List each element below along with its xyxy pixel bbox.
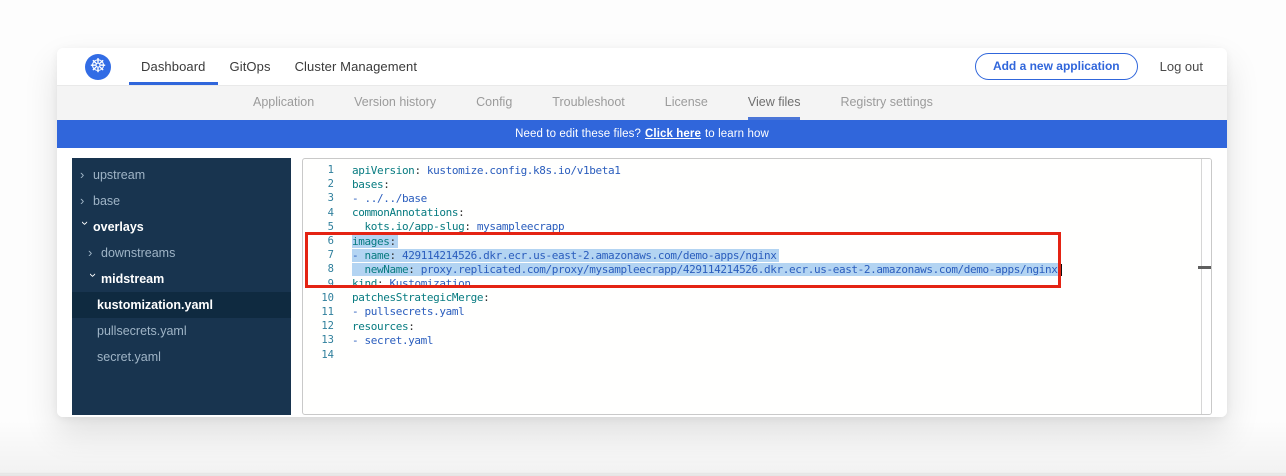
code-line-1[interactable]: 1 apiVersion: kustomize.config.k8s.io/v1b…: [303, 163, 1200, 177]
code-line-5[interactable]: 5 kots.io/app-slug: mysampleecrapp: [303, 220, 1200, 234]
click-here-link[interactable]: Click here: [645, 128, 701, 140]
line-number: 5: [303, 221, 334, 233]
line-content: newName: proxy.replicated.com/proxy/mysa…: [352, 263, 1062, 276]
line-content: - pullsecrets.yaml: [352, 305, 464, 318]
line-number: 9: [303, 278, 334, 290]
topnav-tab-dashboard[interactable]: Dashboard: [129, 48, 218, 85]
page-bottom-shadow: [0, 420, 1286, 476]
topnav-tab-gitops[interactable]: GitOps: [218, 48, 283, 85]
code-line-3[interactable]: 3 - ../../base: [303, 191, 1200, 205]
code-line-2[interactable]: 2 bases:: [303, 177, 1200, 191]
admin-console-window: ☸ DashboardGitOpsCluster Management Add …: [57, 48, 1227, 417]
line-number: 8: [303, 263, 334, 275]
tree-item-kustomization-yaml[interactable]: kustomization.yaml: [72, 292, 291, 318]
tree-item-label: upstream: [93, 168, 145, 182]
chevron-right-icon: ›: [80, 170, 90, 180]
add-application-button[interactable]: Add a new application: [975, 53, 1138, 80]
line-content: commonAnnotations:: [352, 206, 464, 219]
line-number: 3: [303, 192, 334, 204]
edit-files-banner: Need to edit these files? Click here to …: [57, 120, 1227, 148]
subnav-tab-version-history[interactable]: Version history: [354, 86, 436, 120]
tree-item-upstream[interactable]: ›upstream: [72, 162, 291, 188]
subnav-tab-config[interactable]: Config: [476, 86, 512, 120]
banner-text-prefix: Need to edit these files?: [515, 128, 641, 140]
line-content: - name: 429114214526.dkr.ecr.us-east-2.a…: [352, 249, 779, 262]
tree-item-label: downstreams: [101, 246, 175, 260]
line-number: 13: [303, 334, 334, 346]
code-lines: 1 apiVersion: kustomize.config.k8s.io/v1b…: [303, 163, 1200, 362]
chevron-down-icon: ›: [88, 273, 98, 283]
line-number: 1: [303, 164, 334, 176]
tree-item-label: pullsecrets.yaml: [97, 324, 187, 338]
top-nav-tabs: DashboardGitOpsCluster Management: [129, 48, 429, 85]
view-files-content: ›upstream›base›overlays›downstreams›mids…: [57, 148, 1227, 417]
code-line-6[interactable]: 6 images:: [303, 234, 1200, 248]
line-content: bases:: [352, 178, 389, 191]
tree-item-overlays[interactable]: ›overlays: [72, 214, 291, 240]
code-line-7[interactable]: 7 - name: 429114214526.dkr.ecr.us-east-2.…: [303, 248, 1200, 262]
line-content: apiVersion: kustomize.config.k8s.io/v1be…: [352, 164, 620, 177]
code-line-10[interactable]: 10 patchesStrategicMerge:: [303, 291, 1200, 305]
code-line-14[interactable]: 14: [303, 347, 1200, 361]
banner-text-suffix: to learn how: [705, 128, 769, 140]
selected-text: - name: 429114214526.dkr.ecr.us-east-2.a…: [352, 249, 779, 262]
code-line-13[interactable]: 13 - secret.yaml: [303, 333, 1200, 347]
code-line-11[interactable]: 11 - pullsecrets.yaml: [303, 305, 1200, 319]
line-content: images:: [352, 235, 398, 248]
line-number: 14: [303, 349, 334, 361]
page-bottom-divider: [0, 473, 1286, 474]
code-line-12[interactable]: 12 resources:: [303, 319, 1200, 333]
selected-text: images:: [352, 235, 398, 248]
yaml-code-editor[interactable]: 1 apiVersion: kustomize.config.k8s.io/v1b…: [302, 158, 1212, 415]
top-navbar: ☸ DashboardGitOpsCluster Management Add …: [57, 48, 1227, 86]
tree-item-base[interactable]: ›base: [72, 188, 291, 214]
selected-text: newName: proxy.replicated.com/proxy/mysa…: [352, 263, 1059, 276]
topnav-tab-cluster-management[interactable]: Cluster Management: [283, 48, 429, 85]
kubernetes-logo-icon: ☸: [85, 54, 111, 80]
tree-item-secret-yaml[interactable]: secret.yaml: [72, 344, 291, 370]
line-content: resources:: [352, 320, 414, 333]
file-tree-sidebar: ›upstream›base›overlays›downstreams›mids…: [72, 158, 291, 415]
chevron-right-icon: ›: [80, 196, 90, 206]
code-line-9[interactable]: 9 kind: Kustomization: [303, 277, 1200, 291]
line-number: 6: [303, 235, 334, 247]
tree-item-downstreams[interactable]: ›downstreams: [72, 240, 291, 266]
line-content: patchesStrategicMerge:: [352, 291, 489, 304]
chevron-down-icon: ›: [80, 221, 90, 231]
tree-item-label: kustomization.yaml: [97, 298, 213, 312]
tree-item-label: secret.yaml: [97, 350, 161, 364]
line-number: 7: [303, 249, 334, 261]
line-content: - secret.yaml: [352, 334, 433, 347]
subnav-tab-view-files[interactable]: View files: [748, 86, 801, 120]
text-cursor: [1060, 264, 1062, 276]
tree-item-pullsecrets-yaml[interactable]: pullsecrets.yaml: [72, 318, 291, 344]
line-number: 11: [303, 306, 334, 318]
line-content: - ../../base: [352, 192, 427, 205]
line-number: 2: [303, 178, 334, 190]
tree-item-label: midstream: [101, 272, 164, 286]
tree-item-label: base: [93, 194, 120, 208]
line-number: 10: [303, 292, 334, 304]
logout-link[interactable]: Log out: [1160, 59, 1203, 74]
subnav-tab-application[interactable]: Application: [253, 86, 314, 120]
tree-item-label: overlays: [93, 220, 144, 234]
editor-scrollbar-track[interactable]: [1201, 159, 1211, 414]
line-number: 12: [303, 320, 334, 332]
subnav-tab-license[interactable]: License: [665, 86, 708, 120]
editor-scrollbar-marker[interactable]: [1198, 266, 1211, 269]
line-content: kots.io/app-slug: mysampleecrapp: [352, 220, 564, 233]
subnav-tab-troubleshoot[interactable]: Troubleshoot: [552, 86, 625, 120]
chevron-right-icon: ›: [88, 248, 98, 258]
app-tab-bar: Application Version history Config Troubles…: [57, 86, 1227, 120]
tree-item-midstream[interactable]: ›midstream: [72, 266, 291, 292]
line-number: 4: [303, 207, 334, 219]
line-content: kind: Kustomization: [352, 277, 471, 290]
subnav-tab-registry-settings[interactable]: Registry settings: [840, 86, 932, 120]
code-line-4[interactable]: 4 commonAnnotations:: [303, 206, 1200, 220]
code-line-8[interactable]: 8 newName: proxy.replicated.com/proxy/my…: [303, 262, 1200, 276]
